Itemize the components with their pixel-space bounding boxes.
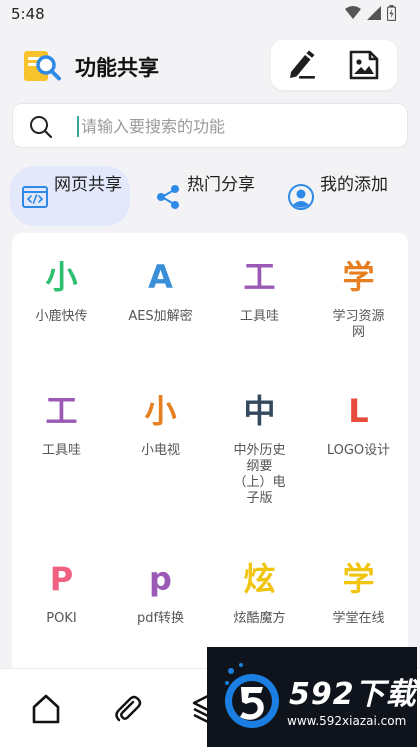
grid-item[interactable]: 中 中外历史纲要（上）电子版 [210, 389, 309, 507]
grid-item-icon: A [148, 258, 173, 296]
tab-my-added[interactable]: 我的添加 [276, 166, 396, 226]
category-tabs: 网页共享 热门分享 我的添加 [0, 164, 420, 228]
grid-item[interactable]: 学 学堂在线 [309, 557, 408, 627]
grid-item[interactable]: 学 学习资源网 [309, 255, 408, 341]
grid-item-label: POKI [46, 611, 77, 626]
grid-item-icon: 炫 [243, 560, 276, 598]
grid-item[interactable]: L LOGO设计 [309, 389, 408, 459]
user-icon [288, 184, 314, 210]
grid-item-icon: p [149, 560, 172, 598]
grid-item[interactable]: 炫 炫酷魔方 [210, 557, 309, 627]
grid-item[interactable]: 小 小电视 [111, 389, 210, 459]
status-time: 5:48 [11, 5, 45, 23]
app-logo-icon [24, 51, 61, 81]
grid-item-icon: 中 [243, 392, 276, 430]
grid-item-icon: 小 [45, 258, 78, 296]
share-icon [157, 185, 179, 209]
wifi-icon [345, 6, 361, 19]
grid-item-icon: L [348, 392, 369, 430]
grid-item-icon: 学 [342, 258, 375, 296]
grid-item-label: AES加解密 [128, 309, 193, 324]
code-window-icon [22, 186, 48, 208]
text-cursor [77, 116, 79, 137]
grid-item-label: LOGO设计 [326, 443, 391, 458]
grid-item[interactable]: P POKI [12, 557, 111, 627]
grid-item[interactable]: 工 工具哇 [12, 389, 111, 459]
grid-item[interactable]: 小 小鹿快传 [12, 255, 111, 325]
grid-item-label: 炫酷魔方 [233, 611, 286, 626]
grid-item-label: 工具哇 [41, 443, 81, 458]
attachment-icon[interactable] [112, 693, 144, 725]
search-icon [30, 116, 53, 139]
grid-item[interactable]: A AES加解密 [111, 255, 210, 325]
grid-item-icon: 工 [45, 392, 78, 430]
search-box[interactable] [12, 103, 408, 148]
app-title: 功能共享 [75, 56, 159, 80]
grid-item-label: 小鹿快传 [35, 309, 88, 324]
grid-item[interactable]: 工 工具哇 [210, 255, 309, 325]
grid-item-icon: 工 [243, 258, 276, 296]
grid-item-label: 学堂在线 [332, 611, 385, 626]
tab-web-share[interactable]: 网页共享 [10, 166, 130, 226]
grid-item-label: 工具哇 [239, 309, 279, 324]
tab-label: 我的添加 [320, 175, 388, 195]
edit-icon[interactable] [285, 49, 319, 81]
grid-item-label: 中外历史纲要（上）电子版 [233, 443, 286, 506]
app-header: 功能共享 [0, 38, 420, 94]
grid-item-label: 小电视 [140, 443, 180, 458]
status-icons [345, 5, 396, 21]
grid-item[interactable]: p pdf转换 [111, 557, 210, 627]
battery-icon [387, 5, 396, 21]
tab-hot-share[interactable]: 热门分享 [143, 166, 263, 226]
header-actions [271, 40, 397, 90]
watermark: 592下载 www.592xiazai.com [207, 647, 417, 747]
grid-item-label: pdf转换 [136, 611, 185, 626]
function-grid: 小 小鹿快传 A AES加解密 工 工具哇 学 学习资源网 工 工具哇 小 小电… [12, 233, 408, 673]
tab-label: 网页共享 [54, 175, 122, 195]
grid-item-icon: 学 [342, 560, 375, 598]
watermark-url: www.592xiazai.com [287, 714, 407, 728]
image-icon[interactable] [347, 49, 381, 81]
tab-label: 热门分享 [187, 175, 255, 195]
grid-item-label: 学习资源网 [332, 309, 385, 340]
home-icon[interactable] [30, 693, 62, 725]
signal-icon [367, 6, 381, 20]
status-bar: 5:48 [0, 0, 420, 30]
search-input[interactable] [81, 112, 391, 140]
watermark-brand: 592下载 [289, 677, 417, 712]
watermark-logo-icon [225, 663, 279, 728]
grid-item-icon: P [49, 560, 74, 598]
grid-item-icon: 小 [144, 392, 177, 430]
